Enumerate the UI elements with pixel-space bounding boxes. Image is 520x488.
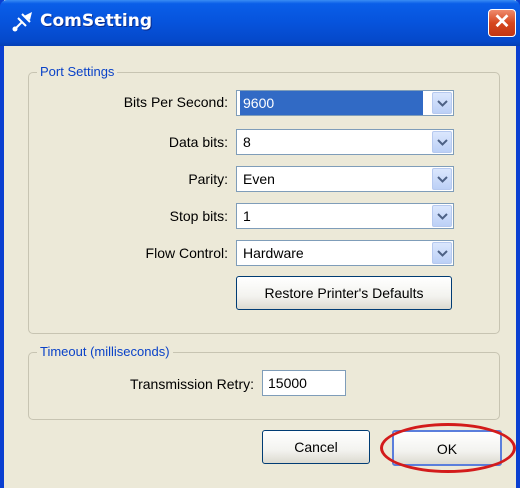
close-button[interactable]: ✕ — [488, 9, 516, 37]
flow-control-value: Hardware — [243, 245, 304, 261]
bits-per-second-select[interactable]: 9600 — [236, 90, 454, 116]
chevron-down-icon[interactable] — [432, 131, 452, 153]
satellite-icon — [10, 10, 36, 34]
parity-select[interactable]: Even — [236, 166, 454, 192]
bits-per-second-value: 9600 — [240, 91, 423, 115]
window-title: ComSetting — [40, 11, 152, 31]
ok-highlight-circle — [380, 423, 516, 473]
parity-label: Parity: — [188, 171, 228, 187]
restore-defaults-button[interactable]: Restore Printer's Defaults — [236, 276, 452, 310]
chevron-down-icon[interactable] — [432, 92, 452, 114]
transmission-retry-input[interactable] — [262, 370, 346, 396]
bits-per-second-label: Bits Per Second: — [123, 94, 228, 110]
flow-control-label: Flow Control: — [145, 245, 228, 261]
data-bits-value: 8 — [243, 134, 251, 150]
chevron-down-icon[interactable] — [432, 242, 452, 264]
close-icon: ✕ — [493, 11, 511, 33]
data-bits-select[interactable]: 8 — [236, 129, 454, 155]
stop-bits-select[interactable]: 1 — [236, 203, 454, 229]
chevron-down-icon[interactable] — [432, 205, 452, 227]
stop-bits-value: 1 — [243, 208, 251, 224]
chevron-down-icon[interactable] — [432, 168, 452, 190]
transmission-retry-label: Transmission Retry: — [130, 376, 254, 392]
cancel-button[interactable]: Cancel — [262, 430, 370, 464]
parity-value: Even — [243, 171, 275, 187]
flow-control-select[interactable]: Hardware — [236, 240, 454, 266]
timeout-legend: Timeout (milliseconds) — [37, 344, 173, 359]
cancel-label: Cancel — [294, 439, 338, 455]
data-bits-label: Data bits: — [168, 134, 228, 150]
restore-defaults-label: Restore Printer's Defaults — [264, 285, 424, 301]
stop-bits-label: Stop bits: — [169, 208, 228, 224]
title-bar[interactable]: ComSetting ✕ — [0, 0, 520, 46]
port-settings-legend: Port Settings — [37, 64, 118, 79]
